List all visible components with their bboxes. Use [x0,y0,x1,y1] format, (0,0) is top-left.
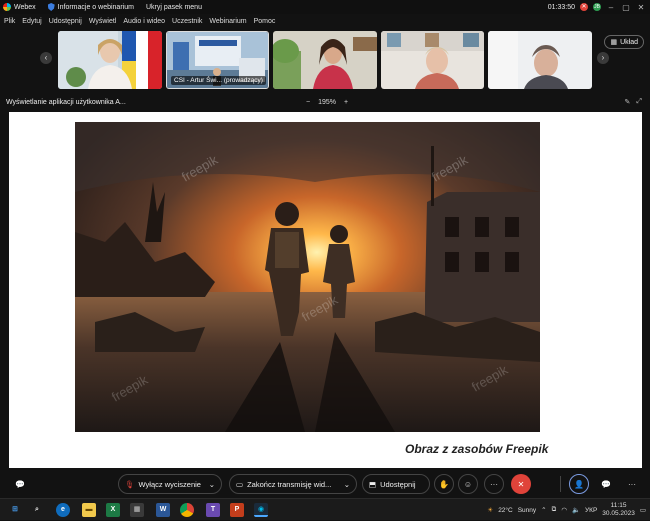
participant-video [381,31,484,89]
maximize-icon[interactable]: ▢ [621,3,631,12]
share-screen-icon: ⬒ [369,479,377,489]
avatar[interactable]: JB [593,3,601,11]
chevron-left-icon[interactable]: ‹ [40,52,52,64]
language-indicator[interactable]: УКР [585,507,597,514]
file-explorer-icon[interactable]: ▬ [82,503,96,517]
meeting-timer: 01:33:50 [547,3,575,11]
shield-icon [47,3,55,11]
popout-icon[interactable]: ⤢ [636,98,642,106]
panel-more-button[interactable]: ··· [622,474,642,494]
annotate-icon[interactable]: ✎ [625,98,631,106]
wifi-icon[interactable]: ◠ [561,506,567,514]
windows-taskbar: ⊞ ⌕ e ▬ X ▦ W T P ◉ ☀ 22°C Sunny ⌃ ⧉ ◠ 🔈… [0,498,650,520]
shared-screen: freepik freepik freepik freepik freepik … [9,112,642,468]
menu-item-participant[interactable]: Uczestnik [172,18,202,25]
more-options-button[interactable]: ··· [484,474,504,494]
divider [560,476,561,492]
menu-bar: Plik Edytuj Udostępnij Wyświetl Audio i … [0,14,650,28]
video-tile-5[interactable] [488,31,592,89]
video-tile-1[interactable] [58,31,162,89]
search-icon[interactable]: ⌕ [30,503,44,517]
chat-icon[interactable]: 💬 [596,474,616,494]
powerpoint-icon[interactable]: P [230,503,244,517]
stop-video-button[interactable]: ▭ Zakończ transmisję wid... ⌄ [229,474,357,494]
chevron-down-icon[interactable]: ⌄ [209,480,215,489]
unmute-button[interactable]: 🎙 Wyłącz wyciszenie ⌄ [118,474,222,494]
participant-video [58,31,162,89]
share-bar: Wyświetlanie aplikacji użytkownika A... … [0,95,650,109]
webex-logo-icon [3,3,11,11]
image-caption: Obraz z zasobów Freepik [405,442,549,456]
zoom-controls: − 195% + [306,99,348,106]
reactions-icon[interactable]: ☺ [458,474,478,494]
layout-button[interactable]: ▦ Układ [604,35,644,49]
teams-icon[interactable]: T [206,503,220,517]
notifications-icon[interactable]: ▭ [640,506,646,514]
volume-icon[interactable]: 🔈 [572,506,580,514]
chevron-down-icon[interactable]: ⌄ [344,480,350,489]
muted-mic-icon: 🎙 [125,479,135,489]
menu-item-view[interactable]: Wyświetl [89,18,117,25]
end-meeting-button[interactable]: ✕ [511,474,531,494]
video-tile-3[interactable] [273,31,377,89]
minimize-icon[interactable]: – [606,3,616,12]
participant-video [488,31,592,89]
zoom-level[interactable]: 195% [318,99,336,106]
zoom-out-button[interactable]: − [306,99,310,106]
video-tile-4[interactable] [381,31,484,89]
presenter-label: CSI - Artur Świ... (prowadzący) [171,76,266,85]
raise-hand-icon[interactable]: ✋ [434,474,454,494]
shared-image: freepik freepik freepik freepik freepik [75,122,540,432]
menu-item-edit[interactable]: Edytuj [22,18,41,25]
menu-item-audio-video[interactable]: Audio i wideo [123,18,165,25]
windows-start-icon[interactable]: ⊞ [8,503,22,517]
camera-icon: ▭ [236,479,244,489]
menu-item-share[interactable]: Udostępnij [49,18,82,25]
network-icon[interactable]: ⧉ [552,506,557,514]
war-scene-image: freepik freepik freepik freepik freepik [75,122,540,432]
weather-icon: ☀ [487,507,494,514]
chat-bubble-icon[interactable]: 💬 [10,474,30,494]
participant-video [273,31,377,89]
app-name: Webex [14,3,36,11]
menu-item-file[interactable]: Plik [4,18,15,25]
chevron-right-icon[interactable]: › [597,52,609,64]
menu-item-help[interactable]: Pomoc [254,18,276,25]
word-icon[interactable]: W [156,503,170,517]
weather-desc[interactable]: Sunny [518,507,536,514]
system-tray: ☀ 22°C Sunny ⌃ ⧉ ◠ 🔈 УКР 11:15 30.05.202… [487,499,646,521]
meeting-controls: 💬 🎙 Wyłącz wyciszenie ⌄ ▭ Zakończ transm… [0,470,650,498]
zoom-in-button[interactable]: + [344,99,348,106]
hide-menu-button[interactable]: Ukryj pasek menu [146,4,202,11]
edge-icon[interactable]: e [56,503,70,517]
layout-icon: ▦ [610,39,618,46]
taskview-icon[interactable]: ▦ [130,503,144,517]
chrome-icon[interactable] [180,503,194,517]
recording-icon[interactable]: ✕ [580,3,588,11]
share-button[interactable]: ⬒ Udostępnij [362,474,430,494]
share-title: Wyświetlanie aplikacji użytkownika A... [6,98,126,106]
close-icon[interactable]: ✕ [636,3,646,12]
tray-chevron-icon[interactable]: ⌃ [541,506,546,514]
title-bar: Webex Informacje o webinarium Ukryj pase… [0,0,650,14]
clock[interactable]: 11:15 30.05.2023 [602,502,635,518]
menu-item-webinar[interactable]: Webinarium [209,18,246,25]
participants-icon[interactable]: 👤 [569,474,589,494]
video-tile-presenter[interactable]: CSI - Artur Świ... (prowadzący) [166,31,269,89]
webex-taskbar-icon[interactable]: ◉ [254,503,268,517]
webinar-info-button[interactable]: Informacje o webinarium [47,3,134,11]
excel-icon[interactable]: X [106,503,120,517]
video-strip: ‹ CSI - Artur Świ... (prowadzący) › ▦ Uk… [0,28,650,92]
weather-temp[interactable]: 22°C [498,507,513,514]
app-title: Webex [0,3,36,11]
